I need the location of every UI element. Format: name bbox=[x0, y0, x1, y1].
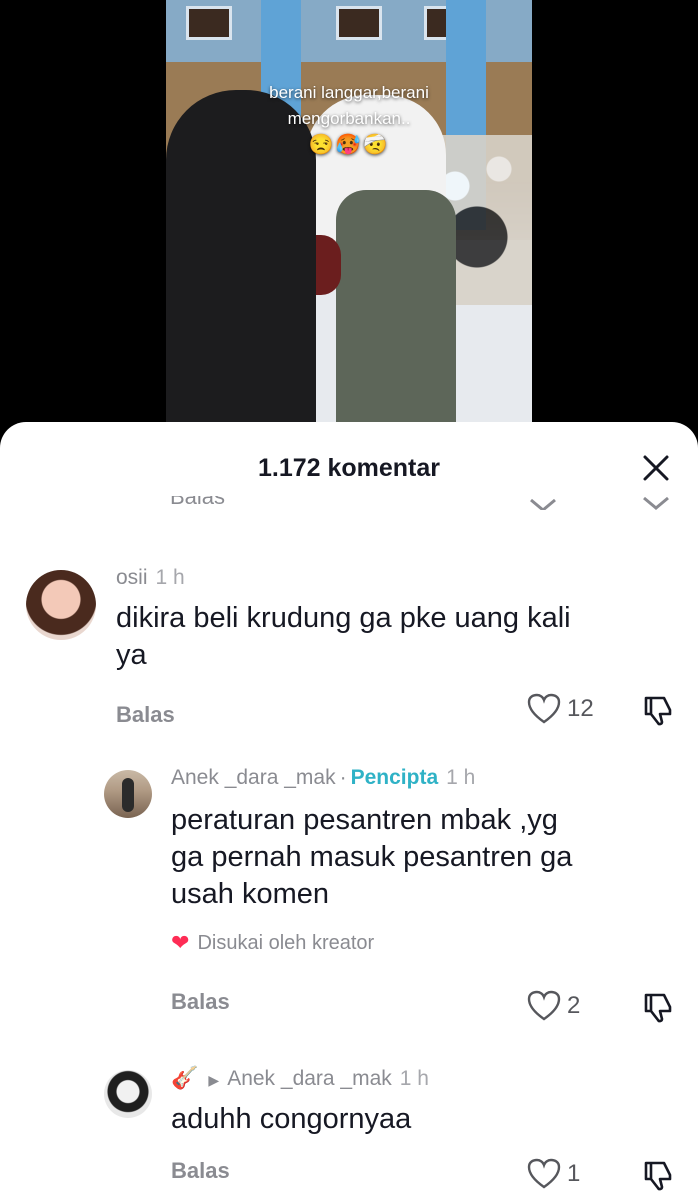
video-window bbox=[336, 6, 382, 40]
video-caption-emoji: 😒🥵🤕 bbox=[308, 134, 390, 156]
dislike-icon[interactable] bbox=[640, 991, 674, 1025]
reply-button[interactable]: Balas bbox=[116, 702, 175, 728]
username-text[interactable]: Anek _dara _mak bbox=[171, 766, 336, 789]
video-caption-line: berani langgar,berani bbox=[269, 83, 429, 102]
username-separator: · bbox=[339, 766, 347, 789]
comment-text-line: ga pernah masuk pesantren ga bbox=[171, 841, 573, 873]
comment-time: 1 h bbox=[155, 566, 185, 589]
comment-text-line: peraturan pesantren mbak ,yg bbox=[171, 804, 558, 836]
comment-time: 1 h bbox=[399, 1067, 429, 1090]
guitar-icon[interactable]: 🎸 bbox=[171, 1065, 198, 1090]
play-arrow-icon: ▶ bbox=[208, 1072, 220, 1088]
dislike-icon[interactable] bbox=[640, 694, 674, 728]
replying-to-username[interactable]: Anek _dara _mak bbox=[227, 1067, 392, 1090]
video-player[interactable] bbox=[166, 0, 532, 440]
cutoff-previous-row: Balas bbox=[0, 496, 698, 520]
liked-by-creator: ❤ Disukai oleh kreator bbox=[171, 930, 374, 956]
comment-username[interactable]: Anek _dara _mak · Pencipta 1 h bbox=[171, 766, 475, 790]
avatar[interactable] bbox=[104, 770, 152, 818]
comment-text-line: aduhh congornyaa bbox=[171, 1103, 412, 1135]
comments-sheet: 1.172 komentar Balas osii 1 h dikira beli… bbox=[0, 422, 698, 1200]
comment-username[interactable]: 🎸 ▶ Anek _dara _mak 1 h bbox=[171, 1065, 429, 1091]
comment-text-line: dikira beli krudung ga pke uang kali bbox=[116, 602, 571, 634]
heart-outline-icon bbox=[527, 1158, 561, 1189]
like-count: 1 bbox=[567, 1160, 581, 1187]
heart-filled-icon: ❤ bbox=[171, 930, 190, 955]
comment-text: peraturan pesantren mbak ,yg ga pernah m… bbox=[171, 802, 572, 913]
comment-count-title: 1.172 komentar bbox=[257, 454, 441, 482]
cutoff-reply-link[interactable]: Balas bbox=[170, 496, 225, 510]
video-caption: berani langgar,berani mengorbankan.. 😒🥵🤕 bbox=[166, 80, 532, 158]
sheet-header: 1.172 komentar bbox=[0, 450, 698, 486]
avatar-figure bbox=[122, 778, 134, 812]
like-button[interactable]: 2 bbox=[527, 990, 580, 1022]
comment-text: aduhh congornyaa bbox=[171, 1101, 411, 1138]
dislike-icon[interactable] bbox=[640, 496, 672, 510]
username-text[interactable]: osii bbox=[116, 566, 148, 589]
like-count: 2 bbox=[567, 992, 581, 1019]
reply-button[interactable]: Balas bbox=[171, 989, 230, 1015]
comment-username[interactable]: osii 1 h bbox=[116, 566, 185, 590]
creator-badge: Pencipta bbox=[350, 766, 439, 789]
video-figure-body bbox=[336, 190, 456, 440]
comment-time: 1 h bbox=[446, 766, 476, 789]
heart-outline-icon bbox=[527, 990, 561, 1021]
heart-outline-icon bbox=[527, 693, 561, 724]
comment-text-line: ya bbox=[116, 639, 147, 671]
comment-text: dikira beli krudung ga pke uang kali ya bbox=[116, 600, 571, 674]
chevron-down-icon[interactable] bbox=[527, 496, 559, 510]
comment-text-line: usah komen bbox=[171, 878, 329, 910]
dislike-icon[interactable] bbox=[640, 1159, 674, 1193]
video-window bbox=[186, 6, 232, 40]
video-caption-line: mengorbankan.. bbox=[287, 109, 411, 128]
reply-button[interactable]: Balas bbox=[171, 1158, 230, 1184]
like-button[interactable]: 12 bbox=[527, 693, 594, 725]
like-count: 12 bbox=[567, 695, 594, 722]
avatar[interactable] bbox=[104, 1070, 152, 1118]
avatar[interactable] bbox=[26, 570, 96, 640]
close-icon[interactable] bbox=[640, 452, 672, 484]
like-button[interactable]: 1 bbox=[527, 1158, 580, 1190]
liked-by-text: Disukai oleh kreator bbox=[197, 931, 375, 954]
